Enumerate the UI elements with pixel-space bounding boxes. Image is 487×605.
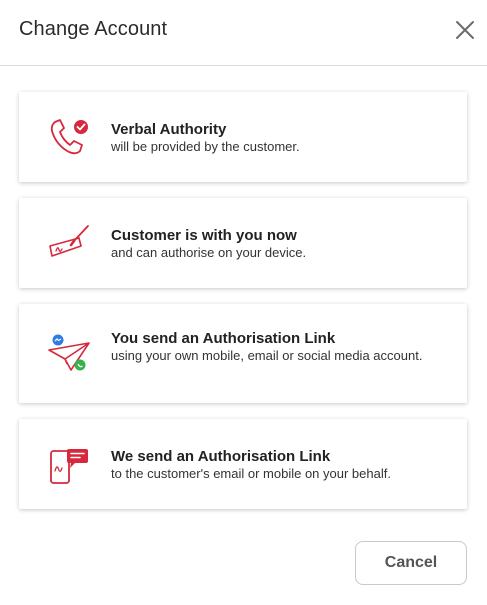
dialog-title: Change Account [19, 18, 168, 40]
dialog-header: Change Account [0, 0, 487, 66]
option-text: Verbal Authority will be provided by the… [111, 121, 447, 155]
option-title: Customer is with you now [111, 227, 297, 244]
option-subtitle: to the customer's email or mobile on you… [111, 466, 391, 481]
pen-signature-icon [45, 222, 93, 270]
mobile-message-icon [45, 441, 93, 489]
option-text: You send an Authorisation Link using you… [111, 330, 447, 364]
option-text: Customer is with you now and can authori… [111, 227, 447, 261]
option-verbal-authority[interactable]: Verbal Authority will be provided by the… [19, 92, 467, 182]
option-text: We send an Authorisation Link to the cus… [111, 448, 447, 482]
option-title: We send an Authorisation Link [111, 448, 331, 465]
option-title: You send an Authorisation Link [111, 330, 336, 347]
option-subtitle: will be provided by the customer. [111, 139, 300, 154]
option-customer-with-you[interactable]: Customer is with you now and can authori… [19, 198, 467, 288]
option-subtitle: and can authorise on your device. [111, 245, 307, 260]
paper-plane-icon [45, 330, 93, 378]
option-subtitle: using your own mobile, email or social m… [111, 348, 423, 363]
option-title: Verbal Authority [111, 121, 227, 138]
phone-check-icon [45, 114, 93, 162]
cancel-button[interactable]: Cancel [355, 541, 467, 585]
option-we-send-link[interactable]: We send an Authorisation Link to the cus… [19, 419, 467, 509]
close-icon[interactable] [451, 16, 479, 44]
option-you-send-link[interactable]: You send an Authorisation Link using you… [19, 304, 467, 403]
